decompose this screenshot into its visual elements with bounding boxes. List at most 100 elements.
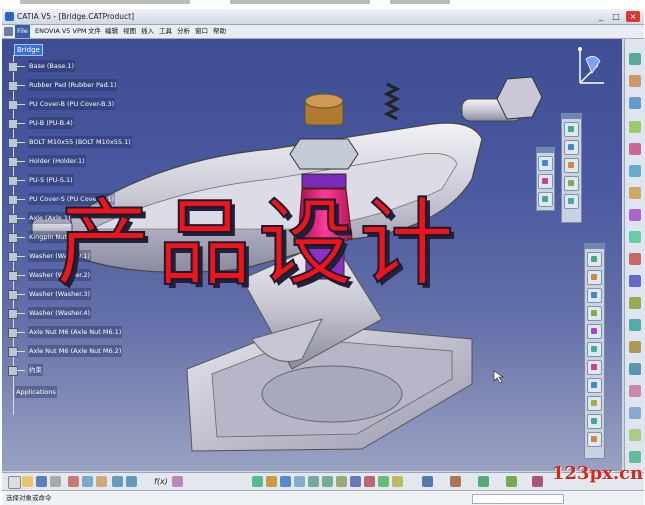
tool-icon[interactable] xyxy=(478,476,489,487)
part-icon xyxy=(8,138,18,148)
tool-icon[interactable] xyxy=(629,451,641,463)
print-icon[interactable] xyxy=(50,476,61,487)
redo-icon[interactable] xyxy=(126,476,137,487)
tool-icon[interactable] xyxy=(587,252,602,267)
tool-icon[interactable] xyxy=(629,121,641,133)
tool-icon[interactable] xyxy=(252,476,263,487)
tool-icon[interactable] xyxy=(378,476,389,487)
tool-icon[interactable] xyxy=(538,156,553,171)
tool-icon[interactable] xyxy=(392,476,403,487)
undo-icon[interactable] xyxy=(112,476,123,487)
toolbar-handle[interactable] xyxy=(537,148,554,153)
tool-icon[interactable] xyxy=(350,476,361,487)
tool-icon[interactable] xyxy=(538,174,553,189)
tree-branch-line xyxy=(17,85,25,86)
tool-icon[interactable] xyxy=(629,297,641,309)
tool-icon[interactable] xyxy=(629,253,641,265)
blurred-header xyxy=(20,0,190,4)
tool-icon[interactable] xyxy=(629,429,641,441)
tool-icon[interactable] xyxy=(629,231,641,243)
catia-app-icon xyxy=(5,12,14,21)
menu-bangzhu[interactable]: 帮助 xyxy=(213,25,226,38)
menu-bianji[interactable]: 编辑 xyxy=(105,25,118,38)
menu-gongju[interactable]: 工具 xyxy=(159,25,172,38)
compass-icon[interactable] xyxy=(572,43,608,89)
tool-icon[interactable] xyxy=(587,378,602,393)
save-icon[interactable] xyxy=(36,476,47,487)
tool-icon[interactable] xyxy=(364,476,375,487)
open-icon[interactable] xyxy=(22,476,33,487)
formula-icon[interactable]: f(x) xyxy=(154,475,168,488)
tree-root-bridge[interactable]: Bridge xyxy=(14,44,43,56)
floating-toolbar xyxy=(536,147,555,211)
top-strip xyxy=(0,0,645,9)
tool-icon[interactable] xyxy=(172,476,183,487)
tool-icon[interactable] xyxy=(629,363,641,375)
tree-branch-line xyxy=(17,332,25,333)
menu-shitu[interactable]: 视图 xyxy=(123,25,136,38)
tool-icon[interactable] xyxy=(336,476,347,487)
tree-applications[interactable]: Applications xyxy=(15,386,57,398)
tool-icon[interactable] xyxy=(629,341,641,353)
tool-icon[interactable] xyxy=(629,165,641,177)
tool-icon[interactable] xyxy=(587,342,602,357)
close-button[interactable]: × xyxy=(626,11,640,22)
tool-icon[interactable] xyxy=(629,319,641,331)
tool-icon[interactable] xyxy=(629,97,641,109)
tool-icon[interactable] xyxy=(587,324,602,339)
tool-icon[interactable] xyxy=(629,275,641,287)
paste-icon[interactable] xyxy=(96,476,107,487)
maximize-button[interactable]: □ xyxy=(609,11,623,22)
tool-icon[interactable] xyxy=(564,140,579,155)
cut-icon[interactable] xyxy=(68,476,79,487)
tool-icon[interactable] xyxy=(629,143,641,155)
watermark: 123px.cn xyxy=(552,463,644,484)
tool-icon[interactable] xyxy=(587,432,602,447)
zoom-out-icon[interactable] xyxy=(322,476,333,487)
minimize-button[interactable]: _ xyxy=(594,11,608,22)
tool-icon[interactable] xyxy=(587,360,602,375)
tool-icon[interactable] xyxy=(564,158,579,173)
tool-icon[interactable] xyxy=(564,194,579,209)
copy-icon[interactable] xyxy=(82,476,93,487)
tool-icon[interactable] xyxy=(629,187,641,199)
toolbar-handle[interactable] xyxy=(585,244,604,249)
tool-icon[interactable] xyxy=(629,407,641,419)
rotate-icon[interactable] xyxy=(294,476,305,487)
pan-icon[interactable] xyxy=(280,476,291,487)
tool-icon[interactable] xyxy=(564,176,579,191)
tree-node-label: 约束 xyxy=(28,364,43,376)
tool-icon[interactable] xyxy=(538,192,553,207)
zoom-in-icon[interactable] xyxy=(308,476,319,487)
tool-icon[interactable] xyxy=(266,476,277,487)
tree-node-label: PU-S (PU-S.1) xyxy=(28,174,74,186)
tool-icon[interactable] xyxy=(629,209,641,221)
tool-icon[interactable] xyxy=(506,476,517,487)
menu-charu[interactable]: 插入 xyxy=(141,25,154,38)
menu-enovia[interactable]: ENOVIA V5 VPM xyxy=(35,25,86,38)
part-icon xyxy=(8,328,18,338)
tool-icon[interactable] xyxy=(587,414,602,429)
command-input[interactable] xyxy=(472,494,564,504)
3d-viewport[interactable]: Bridge Base (Base.1) Rubber Pad (Rubber … xyxy=(2,39,622,471)
toolbar-handle[interactable] xyxy=(562,114,581,119)
tool-icon[interactable] xyxy=(564,122,579,137)
menu-file[interactable]: File xyxy=(15,25,30,38)
tool-icon[interactable] xyxy=(422,476,433,487)
tool-icon[interactable] xyxy=(587,306,602,321)
tool-icon[interactable] xyxy=(629,385,641,397)
tree-branch-line xyxy=(17,237,25,238)
tool-icon[interactable] xyxy=(587,270,602,285)
tool-icon[interactable] xyxy=(450,476,461,487)
menu-bar: File ENOVIA V5 VPM 文件 编辑 视图 插入 工具 分析 窗口 … xyxy=(2,25,644,39)
overlay-title: 产品设计 xyxy=(55,188,461,300)
menu-wenjian[interactable]: 文件 xyxy=(88,25,101,38)
menu-fenxi[interactable]: 分析 xyxy=(177,25,190,38)
menu-chuangkou[interactable]: 窗口 xyxy=(195,25,208,38)
tool-icon[interactable] xyxy=(629,53,641,65)
tool-icon[interactable] xyxy=(587,396,602,411)
tool-icon[interactable] xyxy=(587,288,602,303)
new-icon[interactable] xyxy=(8,476,21,489)
tool-icon[interactable] xyxy=(532,476,543,487)
tool-icon[interactable] xyxy=(629,75,641,87)
